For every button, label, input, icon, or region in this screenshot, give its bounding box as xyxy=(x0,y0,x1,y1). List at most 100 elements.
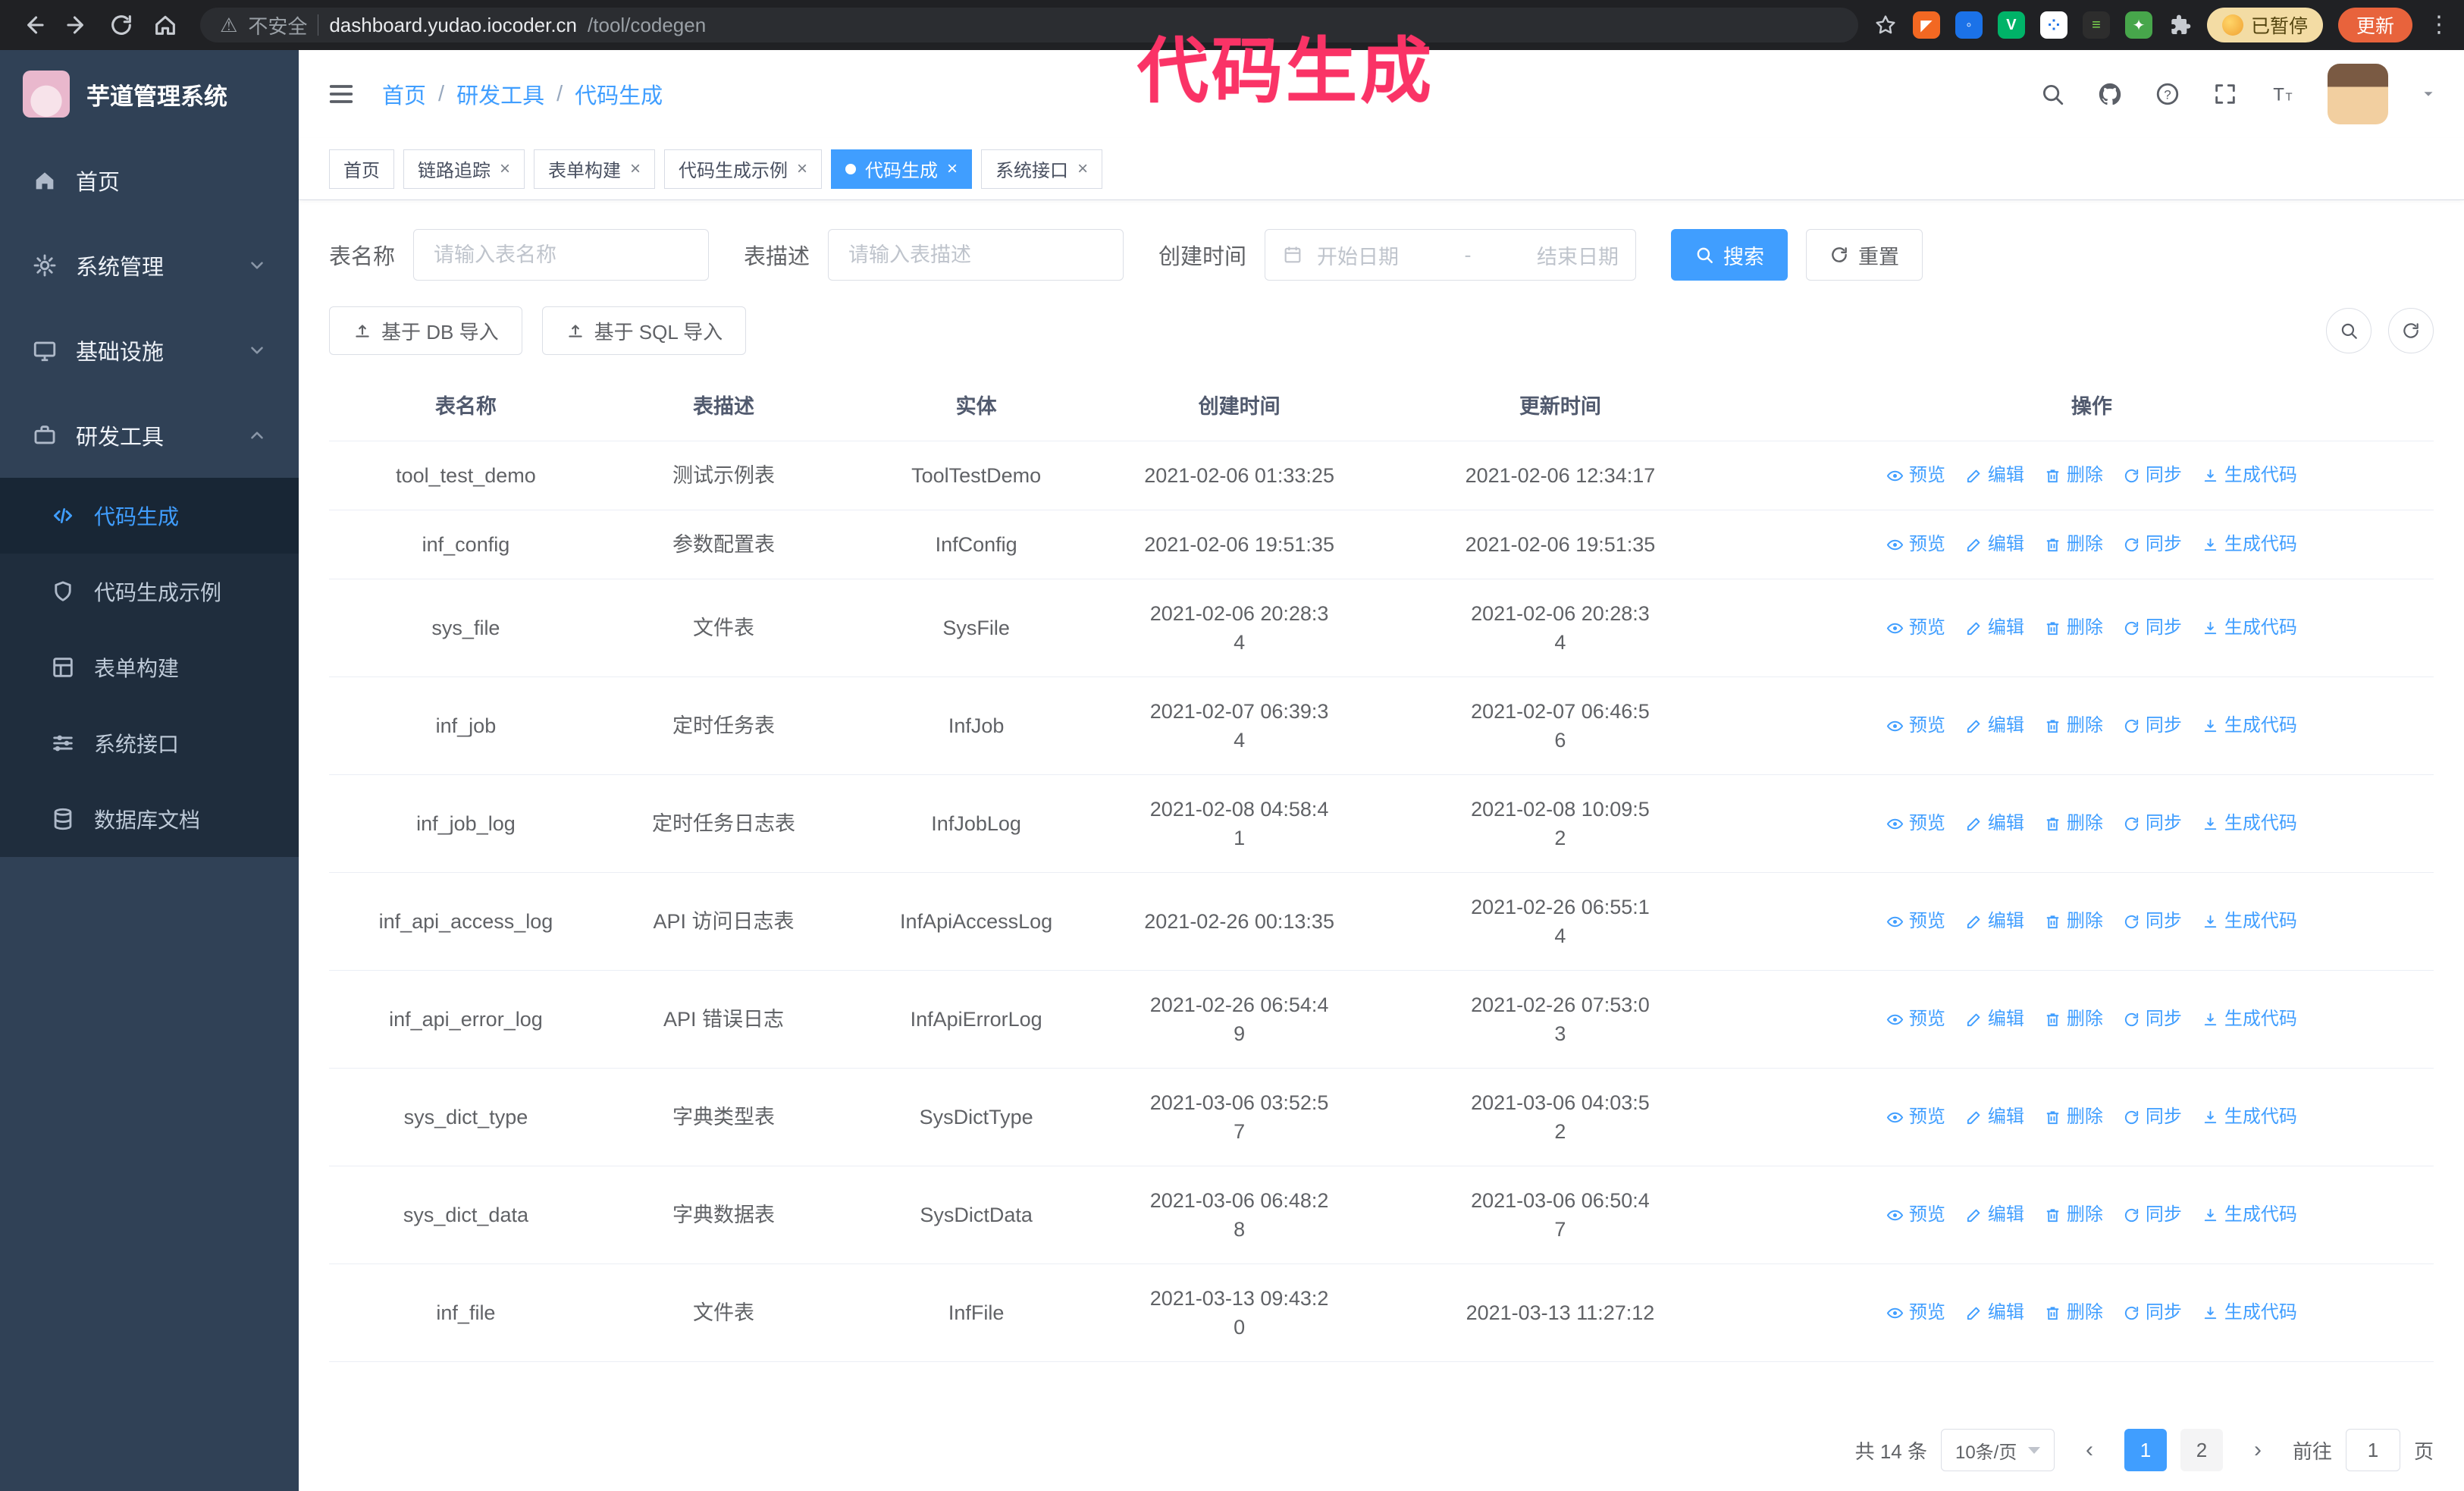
sync-link[interactable]: 同步 xyxy=(2123,461,2182,490)
preview-link[interactable]: 预览 xyxy=(1886,1201,1945,1229)
preview-link[interactable]: 预览 xyxy=(1886,1005,1945,1034)
page-button-1[interactable]: 1 xyxy=(2124,1429,2167,1471)
extension-icon-drop[interactable]: ◦ xyxy=(1955,11,1983,39)
delete-link[interactable]: 删除 xyxy=(2044,614,2103,642)
generate-code-link[interactable]: 生成代码 xyxy=(2202,530,2297,559)
edit-link[interactable]: 编辑 xyxy=(1965,711,2024,740)
goto-page-input[interactable] xyxy=(2345,1429,2400,1471)
sync-link[interactable]: 同步 xyxy=(2123,809,2182,838)
edit-link[interactable]: 编辑 xyxy=(1965,907,2024,936)
generate-code-link[interactable]: 生成代码 xyxy=(2202,1201,2297,1229)
next-page-button[interactable]: › xyxy=(2237,1429,2279,1471)
sidebar-item-devtools[interactable]: 研发工具 xyxy=(0,393,299,478)
delete-link[interactable]: 删除 xyxy=(2044,1103,2103,1132)
generate-code-link[interactable]: 生成代码 xyxy=(2202,1298,2297,1327)
close-icon[interactable]: × xyxy=(797,159,807,180)
browser-home-button[interactable] xyxy=(146,5,185,45)
edit-link[interactable]: 编辑 xyxy=(1965,1298,2024,1327)
sidebar-item-codegen[interactable]: 代码生成 xyxy=(0,478,299,554)
refresh-table-button[interactable] xyxy=(2388,308,2434,353)
address-bar[interactable]: ⚠ 不安全 dashboard.yudao.iocoder.cn/tool/co… xyxy=(200,8,1858,42)
extension-icon-check[interactable]: V xyxy=(1997,11,2025,39)
generate-code-link[interactable]: 生成代码 xyxy=(2202,614,2297,642)
browser-back-button[interactable] xyxy=(14,5,53,45)
prev-page-button[interactable]: ‹ xyxy=(2068,1429,2111,1471)
sidebar-collapse-button[interactable] xyxy=(326,79,356,109)
browser-forward-button[interactable] xyxy=(58,5,97,45)
close-icon[interactable]: × xyxy=(1077,159,1088,180)
font-size-icon[interactable]: TT xyxy=(2270,81,2296,107)
extension-icon-people[interactable]: ⁘ xyxy=(2039,11,2067,39)
sidebar-item-system-api[interactable]: 系统接口 xyxy=(0,705,299,781)
help-icon[interactable]: ? xyxy=(2155,81,2180,107)
breadcrumb-home[interactable]: 首页 xyxy=(382,78,426,110)
table-name-input[interactable] xyxy=(413,229,710,281)
edit-link[interactable]: 编辑 xyxy=(1965,1005,2024,1034)
extension-icon-fox[interactable]: ◤ xyxy=(1912,11,1940,39)
close-icon[interactable]: × xyxy=(630,159,641,180)
delete-link[interactable]: 删除 xyxy=(2044,530,2103,559)
extension-icon-dark[interactable]: ≡ xyxy=(2082,11,2110,39)
delete-link[interactable]: 删除 xyxy=(2044,1005,2103,1034)
edit-link[interactable]: 编辑 xyxy=(1965,1201,2024,1229)
edit-link[interactable]: 编辑 xyxy=(1965,614,2024,642)
preview-link[interactable]: 预览 xyxy=(1886,461,1945,490)
tab-trace[interactable]: 链路追踪 × xyxy=(403,149,525,189)
sync-link[interactable]: 同步 xyxy=(2123,907,2182,936)
generate-code-link[interactable]: 生成代码 xyxy=(2202,907,2297,936)
delete-link[interactable]: 删除 xyxy=(2044,461,2103,490)
browser-reload-button[interactable] xyxy=(102,5,141,45)
breadcrumb-devtools[interactable]: 研发工具 xyxy=(456,78,544,110)
search-button[interactable]: 搜索 xyxy=(1671,229,1788,281)
generate-code-link[interactable]: 生成代码 xyxy=(2202,1103,2297,1132)
import-db-button[interactable]: 基于 DB 导入 xyxy=(329,306,522,355)
preview-link[interactable]: 预览 xyxy=(1886,530,1945,559)
security-label[interactable]: 不安全 xyxy=(248,11,307,39)
edit-link[interactable]: 编辑 xyxy=(1965,809,2024,838)
search-icon[interactable] xyxy=(2039,81,2065,107)
sidebar-item-db-docs[interactable]: 数据库文档 xyxy=(0,781,299,857)
sync-link[interactable]: 同步 xyxy=(2123,1201,2182,1229)
browser-update-button[interactable]: 更新 xyxy=(2337,8,2412,42)
tab-system-api[interactable]: 系统接口 × xyxy=(981,149,1103,189)
generate-code-link[interactable]: 生成代码 xyxy=(2202,461,2297,490)
app-logo[interactable]: 芋道管理系统 xyxy=(0,50,299,138)
preview-link[interactable]: 预览 xyxy=(1886,1103,1945,1132)
date-range-picker[interactable]: 开始日期 - 结束日期 xyxy=(1265,229,1637,281)
page-button-2[interactable]: 2 xyxy=(2180,1429,2223,1471)
preview-link[interactable]: 预览 xyxy=(1886,809,1945,838)
fullscreen-icon[interactable] xyxy=(2212,81,2238,107)
delete-link[interactable]: 删除 xyxy=(2044,1201,2103,1229)
sidebar-item-system[interactable]: 系统管理 xyxy=(0,223,299,308)
reset-button[interactable]: 重置 xyxy=(1806,229,1923,281)
close-icon[interactable]: × xyxy=(947,159,958,180)
extensions-puzzle-icon[interactable] xyxy=(2168,13,2192,37)
sidebar-item-home[interactable]: 首页 xyxy=(0,138,299,223)
delete-link[interactable]: 删除 xyxy=(2044,1298,2103,1327)
close-icon[interactable]: × xyxy=(500,159,510,180)
browser-menu-icon[interactable]: ⋮ xyxy=(2428,14,2450,36)
sync-link[interactable]: 同步 xyxy=(2123,530,2182,559)
generate-code-link[interactable]: 生成代码 xyxy=(2202,809,2297,838)
sidebar-item-infrastructure[interactable]: 基础设施 xyxy=(0,308,299,393)
tab-form-builder[interactable]: 表单构建 × xyxy=(534,149,656,189)
delete-link[interactable]: 删除 xyxy=(2044,809,2103,838)
sync-link[interactable]: 同步 xyxy=(2123,614,2182,642)
preview-link[interactable]: 预览 xyxy=(1886,614,1945,642)
caret-down-icon[interactable] xyxy=(2420,86,2437,102)
import-sql-button[interactable]: 基于 SQL 导入 xyxy=(541,306,747,355)
tab-codegen[interactable]: 代码生成 × xyxy=(831,149,973,189)
preview-link[interactable]: 预览 xyxy=(1886,907,1945,936)
preview-link[interactable]: 预览 xyxy=(1886,1298,1945,1327)
table-desc-input[interactable] xyxy=(828,229,1124,281)
generate-code-link[interactable]: 生成代码 xyxy=(2202,711,2297,740)
page-size-select[interactable]: 10条/页 xyxy=(1940,1429,2055,1471)
edit-link[interactable]: 编辑 xyxy=(1965,461,2024,490)
edit-link[interactable]: 编辑 xyxy=(1965,1103,2024,1132)
preview-link[interactable]: 预览 xyxy=(1886,711,1945,740)
sync-link[interactable]: 同步 xyxy=(2123,1298,2182,1327)
generate-code-link[interactable]: 生成代码 xyxy=(2202,1005,2297,1034)
bookmark-star-icon[interactable] xyxy=(1873,13,1898,37)
profile-paused-badge[interactable]: 已暂停 xyxy=(2206,8,2323,42)
sidebar-item-codegen-example[interactable]: 代码生成示例 xyxy=(0,554,299,629)
